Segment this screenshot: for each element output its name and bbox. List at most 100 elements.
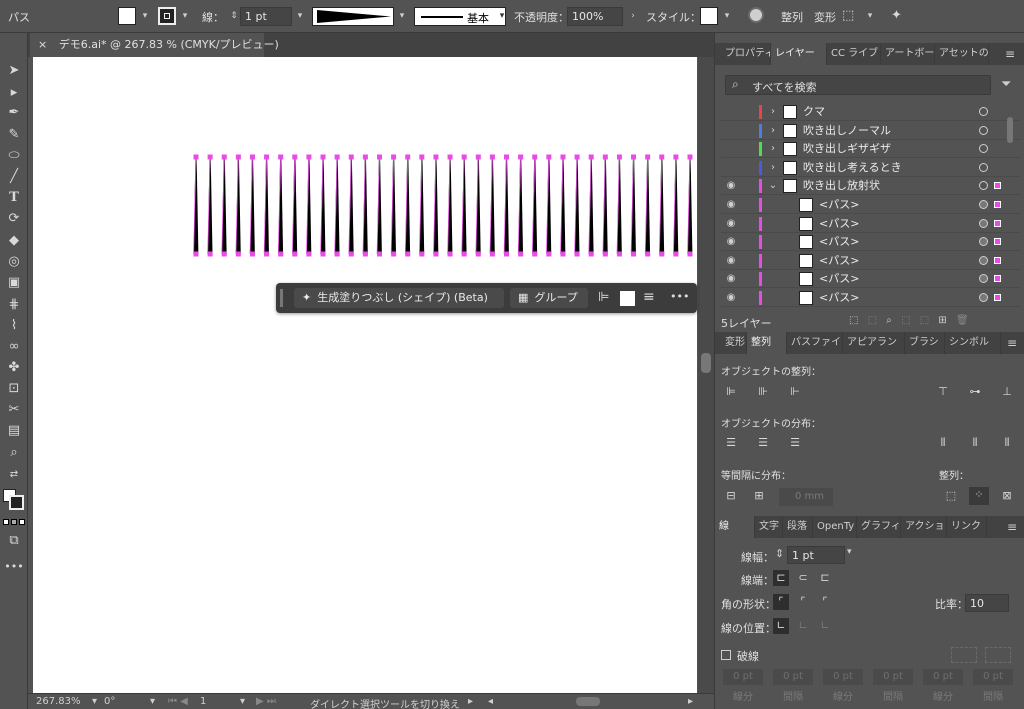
anchor-point[interactable] — [292, 154, 298, 160]
anchor-point[interactable] — [433, 251, 439, 257]
color-mode-icons[interactable] — [3, 519, 25, 527]
hscroll-right-icon[interactable]: ▸ — [688, 696, 693, 707]
more-options-icon[interactable]: ••• — [670, 290, 689, 303]
anchor-point[interactable] — [447, 154, 453, 160]
visibility-eye-icon[interactable]: ◉ — [723, 178, 739, 194]
isolate-dropdown-icon[interactable]: ▾ — [864, 10, 876, 22]
layer-name[interactable]: 吹き出しノーマル — [803, 122, 891, 140]
anchor-point[interactable] — [278, 154, 284, 160]
close-tab-icon[interactable]: × — [38, 38, 47, 51]
tab-properties[interactable]: プロパティ — [721, 43, 771, 65]
locate-object-icon[interactable]: ⬚ — [868, 315, 877, 326]
dash-input[interactable]: 0 pt — [723, 669, 763, 685]
chevron-right-icon[interactable]: › — [767, 141, 779, 157]
anchor-point[interactable] — [306, 154, 312, 160]
anchor-point[interactable] — [602, 251, 608, 257]
anchor-point[interactable] — [362, 154, 368, 160]
stroke-color-box[interactable] — [9, 495, 24, 510]
anchor-point[interactable] — [546, 154, 552, 160]
distribute-v-center-icon[interactable]: ☰ — [755, 435, 771, 451]
generative-icon[interactable]: ✦ — [891, 7, 909, 25]
layer-name[interactable]: <パス> — [819, 233, 859, 251]
anchor-point[interactable] — [419, 154, 425, 160]
layer-row[interactable]: › 吹き出し考えるとき — [721, 159, 1021, 177]
anchor-point[interactable] — [405, 154, 411, 160]
tab-layers[interactable]: レイヤー — [771, 43, 827, 65]
sublayer-row[interactable]: ◉ <パス> — [721, 196, 1021, 214]
layer-row[interactable]: › 吹き出しノーマル — [721, 122, 1021, 140]
tab-stroke[interactable]: 線 — [715, 516, 755, 538]
align-v-center-icon[interactable]: ⊶ — [967, 384, 983, 400]
anchor-point[interactable] — [306, 251, 312, 257]
tab-graphic-styles[interactable]: グラフィ — [857, 516, 901, 538]
chevron-right-icon[interactable]: › — [767, 123, 779, 139]
anchor-point[interactable] — [278, 251, 284, 257]
selection-indicator[interactable] — [994, 182, 1001, 190]
brush-tool-icon[interactable]: ╱ — [3, 167, 25, 187]
limit-input[interactable]: 10 — [965, 594, 1009, 612]
anchor-point[interactable] — [687, 154, 693, 160]
panel-menu-icon[interactable]: ≡ — [1005, 47, 1015, 61]
anchor-point[interactable] — [433, 154, 439, 160]
brush-dropdown-icon[interactable]: ▾ — [496, 10, 508, 22]
align-stroke-center-icon[interactable]: ∟ — [773, 618, 789, 634]
visibility-eye-icon[interactable] — [723, 141, 739, 157]
spacing-field[interactable]: 0 mm — [779, 488, 833, 506]
next-artboard-icon[interactable]: ▶ ⏭ — [256, 696, 276, 707]
anchor-point[interactable] — [574, 154, 580, 160]
anchor-point[interactable] — [475, 154, 481, 160]
artboard-dropdown-icon[interactable]: ▾ — [240, 696, 245, 707]
anchor-point[interactable] — [249, 251, 255, 257]
weight-stepper-icon[interactable]: ⇕ — [775, 547, 784, 560]
transform-link[interactable]: 変形 — [814, 9, 836, 25]
opacity-field[interactable]: 100% — [567, 7, 623, 26]
anchor-point[interactable] — [475, 251, 481, 257]
anchor-point[interactable] — [659, 154, 665, 160]
anchor-point[interactable] — [631, 154, 637, 160]
weight-dropdown-icon[interactable]: ▾ — [847, 547, 852, 557]
visibility-eye-icon[interactable]: ◉ — [723, 234, 739, 250]
anchor-point[interactable] — [504, 154, 510, 160]
brush-definition[interactable]: 基本 — [414, 7, 506, 26]
anchor-point[interactable] — [264, 154, 270, 160]
anchor-point[interactable] — [376, 154, 382, 160]
anchor-point[interactable] — [546, 251, 552, 257]
target-icon[interactable] — [979, 107, 988, 116]
tab-brushes[interactable]: ブラシ — [905, 332, 945, 354]
horizontal-scroll-thumb[interactable] — [576, 697, 600, 706]
style-dropdown-icon[interactable]: ▾ — [721, 10, 733, 22]
align-left-icon[interactable]: ⊫ — [598, 290, 609, 305]
artboard-tool-icon[interactable]: ⊡ — [3, 379, 25, 399]
align-top-edges-icon[interactable]: ⊤ — [935, 384, 951, 400]
anchor-point[interactable] — [489, 251, 495, 257]
trash-icon[interactable]: 🗑 — [956, 315, 969, 326]
align-link[interactable]: 整列 — [781, 9, 803, 25]
document-tab[interactable]: × デモ6.ai* @ 267.83 % (CMYK/プレビュー) — [30, 33, 279, 57]
anchor-point[interactable] — [193, 251, 199, 257]
symbol-sprayer-tool-icon[interactable]: ✤ — [3, 358, 25, 378]
eyedropper-tool-icon[interactable]: ⌇ — [3, 316, 25, 336]
target-icon[interactable] — [979, 255, 988, 265]
align-h-center-icon[interactable]: ⊪ — [755, 384, 771, 400]
dash-input[interactable]: 0 pt — [973, 669, 1013, 685]
anchor-point[interactable] — [518, 154, 524, 160]
zoom-level[interactable]: 267.83% — [36, 696, 81, 707]
tab-transform[interactable]: 変形 — [721, 332, 747, 354]
target-icon[interactable] — [979, 181, 988, 191]
anchor-point[interactable] — [362, 251, 368, 257]
dashed-checkbox[interactable] — [721, 650, 731, 660]
anchor-point[interactable] — [320, 154, 326, 160]
sublayer-row[interactable]: ◉ <パス> — [721, 215, 1021, 233]
distribute-right-icon[interactable]: ⦀ — [999, 435, 1015, 451]
dash-preserve-icon[interactable] — [951, 647, 977, 663]
target-icon[interactable] — [979, 125, 988, 135]
visibility-eye-icon[interactable] — [723, 104, 739, 120]
align-panel-menu-icon[interactable]: ≡ — [1007, 336, 1017, 350]
artboard[interactable] — [33, 57, 697, 693]
anchor-point[interactable] — [221, 154, 227, 160]
anchor-point[interactable] — [207, 154, 213, 160]
target-icon[interactable] — [979, 237, 988, 247]
screen-mode-icon[interactable]: ⧉ — [3, 531, 25, 551]
layer-name[interactable]: <パス> — [819, 289, 859, 307]
layer-name[interactable]: 吹き出し放射状 — [803, 177, 880, 195]
